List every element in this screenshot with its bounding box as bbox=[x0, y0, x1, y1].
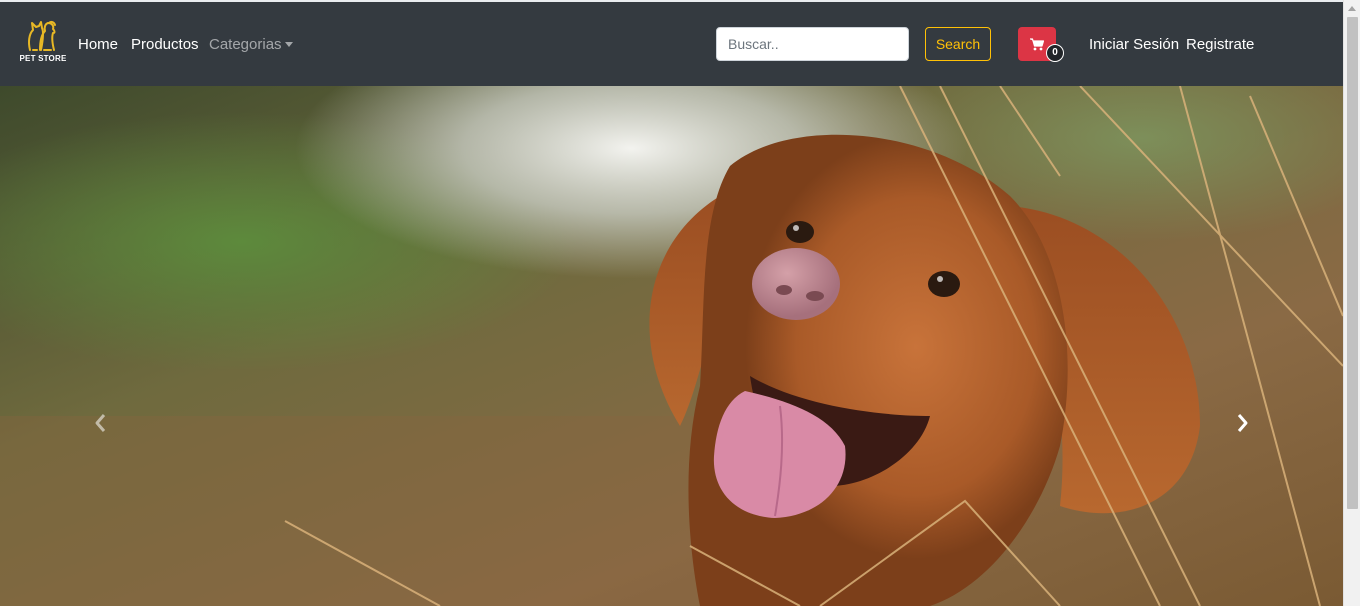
chevron-left-icon bbox=[95, 414, 106, 432]
hero-carousel bbox=[0, 86, 1343, 606]
page-scrollbar[interactable] bbox=[1343, 0, 1360, 606]
search-input[interactable] bbox=[716, 27, 909, 61]
chevron-right-icon bbox=[1237, 414, 1248, 432]
caret-down-icon bbox=[284, 41, 293, 47]
nav-categorias-dropdown[interactable]: Categorias bbox=[209, 36, 293, 53]
brand-name: PET STORE bbox=[19, 54, 67, 63]
login-link[interactable]: Iniciar Sesión bbox=[1089, 36, 1179, 53]
nav-home-link[interactable]: Home bbox=[78, 36, 118, 53]
scroll-thumb[interactable] bbox=[1347, 17, 1358, 509]
cart-count-badge: 0 bbox=[1046, 44, 1064, 62]
carousel-prev-button[interactable] bbox=[86, 408, 116, 438]
brand-logo-link[interactable]: PET STORE bbox=[18, 20, 68, 66]
dog-with-tongue-out-photo bbox=[0, 86, 1343, 606]
carousel-next-button[interactable] bbox=[1227, 408, 1257, 438]
cat-and-dog-icon bbox=[28, 20, 56, 51]
register-link[interactable]: Registrate bbox=[1186, 36, 1254, 53]
shopping-cart-icon bbox=[1030, 38, 1044, 51]
nav-productos-link[interactable]: Productos bbox=[131, 36, 199, 53]
scroll-up-arrow-icon[interactable] bbox=[1348, 6, 1356, 11]
nav-categorias-label: Categorias bbox=[209, 36, 282, 53]
navbar: PET STORE Home Productos Categorias Sear… bbox=[0, 2, 1343, 86]
page: PET STORE Home Productos Categorias Sear… bbox=[0, 0, 1343, 606]
search-button[interactable]: Search bbox=[925, 27, 991, 61]
